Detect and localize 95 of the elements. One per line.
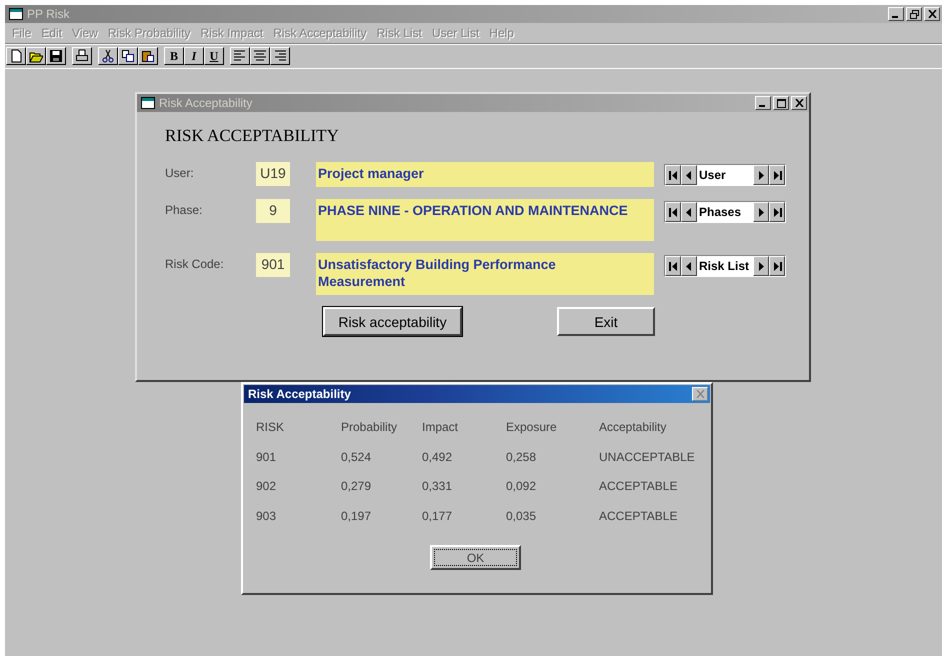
next-record-icon bbox=[758, 208, 764, 216]
code-field[interactable]: 9 bbox=[256, 199, 290, 223]
copy-icon bbox=[121, 49, 135, 63]
window-icon bbox=[9, 8, 23, 20]
table-cell-text: 0,524 bbox=[341, 450, 372, 466]
first-record-icon bbox=[668, 208, 678, 216]
previous-record-icon bbox=[686, 262, 692, 270]
open-button[interactable] bbox=[26, 47, 46, 65]
first-record-button[interactable] bbox=[665, 202, 681, 222]
next-record-icon bbox=[758, 262, 764, 270]
close-button[interactable] bbox=[924, 7, 940, 21]
first-record-icon bbox=[668, 170, 678, 180]
new-button[interactable] bbox=[6, 47, 26, 65]
column-header: Exposure bbox=[506, 420, 558, 436]
copy-button[interactable] bbox=[118, 47, 138, 65]
previous-record-icon bbox=[686, 208, 692, 216]
previous-record-button[interactable] bbox=[681, 165, 697, 185]
align-right-icon bbox=[273, 49, 287, 63]
first-record-button[interactable] bbox=[665, 165, 681, 185]
description-field[interactable]: Project manager bbox=[316, 162, 654, 187]
next-record-icon bbox=[758, 170, 764, 180]
close-icon bbox=[794, 99, 804, 107]
description-field[interactable]: PHASE NINE - OPERATION AND MAINTENANCE bbox=[316, 199, 654, 241]
table-cell-text: 0,177 bbox=[422, 508, 454, 524]
restore-icon bbox=[910, 10, 918, 18]
field-label: User: bbox=[165, 165, 195, 180]
table-cell-text: 0,035 bbox=[506, 508, 538, 524]
column-header: Probability bbox=[341, 420, 398, 436]
close-button[interactable] bbox=[791, 96, 807, 110]
align-center-icon bbox=[253, 49, 267, 63]
align-right-button[interactable] bbox=[270, 47, 290, 65]
code-field[interactable]: 901 bbox=[256, 253, 290, 277]
last-record-icon bbox=[772, 208, 782, 216]
first-record-icon bbox=[668, 262, 678, 270]
paste-icon bbox=[141, 49, 155, 63]
paste-button[interactable] bbox=[138, 47, 158, 65]
previous-record-button[interactable] bbox=[681, 202, 697, 222]
code-field[interactable]: U19 bbox=[256, 162, 290, 186]
table-cell-text: 902 bbox=[256, 479, 278, 495]
new-icon bbox=[9, 49, 23, 63]
table-cell-text: 0,331 bbox=[422, 479, 454, 495]
previous-record-icon bbox=[686, 170, 692, 180]
save-button[interactable] bbox=[46, 47, 66, 65]
table-cell-text: ACCEPTABLE bbox=[599, 508, 678, 524]
last-record-icon bbox=[772, 170, 782, 180]
window-icon bbox=[141, 97, 155, 109]
last-record-icon bbox=[772, 262, 782, 270]
restore-button[interactable] bbox=[906, 7, 922, 21]
close-icon bbox=[928, 10, 936, 18]
table-cell-text: ACCEPTABLE bbox=[599, 479, 678, 495]
table-cell-text: 0,492 bbox=[422, 450, 454, 466]
minimize-button[interactable] bbox=[755, 96, 771, 110]
table-cell-text: UNACCEPTABLE bbox=[599, 450, 696, 466]
bold-button[interactable]: B bbox=[164, 47, 184, 65]
previous-record-button[interactable] bbox=[681, 256, 697, 276]
print-icon bbox=[75, 49, 89, 63]
align-left-icon bbox=[233, 49, 247, 63]
window-title: PP Risk bbox=[27, 7, 70, 21]
table-cell-text: 0,197 bbox=[341, 508, 372, 524]
next-record-button[interactable] bbox=[753, 165, 769, 185]
push-button[interactable]: Exit bbox=[557, 307, 655, 336]
last-record-button[interactable] bbox=[769, 165, 785, 185]
dialog-title: Risk Acceptability bbox=[248, 387, 351, 401]
next-record-button[interactable] bbox=[753, 256, 769, 276]
table-cell-text: 0,279 bbox=[341, 479, 372, 495]
first-record-button[interactable] bbox=[665, 256, 681, 276]
maximize-button[interactable] bbox=[773, 96, 789, 110]
table-cell-text: 0,092 bbox=[506, 479, 538, 495]
maximize-icon bbox=[776, 98, 786, 108]
cut-button[interactable] bbox=[98, 47, 118, 65]
align-left-button[interactable] bbox=[230, 47, 250, 65]
close-icon bbox=[696, 390, 704, 398]
column-header: Acceptability bbox=[599, 420, 668, 436]
form-heading: RISK ACCEPTABILITY bbox=[165, 126, 340, 146]
ok-button[interactable]: OK bbox=[430, 545, 521, 570]
table-cell-text: 901 bbox=[256, 450, 278, 466]
column-header: Impact bbox=[422, 420, 460, 436]
column-header: RISK bbox=[256, 420, 286, 436]
description-field[interactable]: Unsatisfactory Building Performance Measurement bbox=[316, 253, 654, 295]
cut-icon bbox=[101, 49, 115, 63]
print-button[interactable] bbox=[72, 47, 92, 65]
table-cell-text: 0,258 bbox=[506, 450, 538, 466]
field-label: Phase: bbox=[165, 202, 204, 217]
last-record-button[interactable] bbox=[769, 256, 785, 276]
table-cell-text: 903 bbox=[256, 508, 278, 524]
field-label: Risk Code: bbox=[165, 256, 225, 271]
next-record-button[interactable] bbox=[753, 202, 769, 222]
minimize-button[interactable] bbox=[888, 7, 904, 21]
italic-button[interactable]: I bbox=[184, 47, 204, 65]
push-button[interactable]: Risk acceptability bbox=[323, 307, 462, 336]
last-record-button[interactable] bbox=[769, 202, 785, 222]
underline-button[interactable]: U bbox=[204, 47, 224, 65]
save-icon bbox=[49, 49, 63, 63]
align-center-button[interactable] bbox=[250, 47, 270, 65]
window-title: Risk Acceptability bbox=[159, 96, 252, 110]
